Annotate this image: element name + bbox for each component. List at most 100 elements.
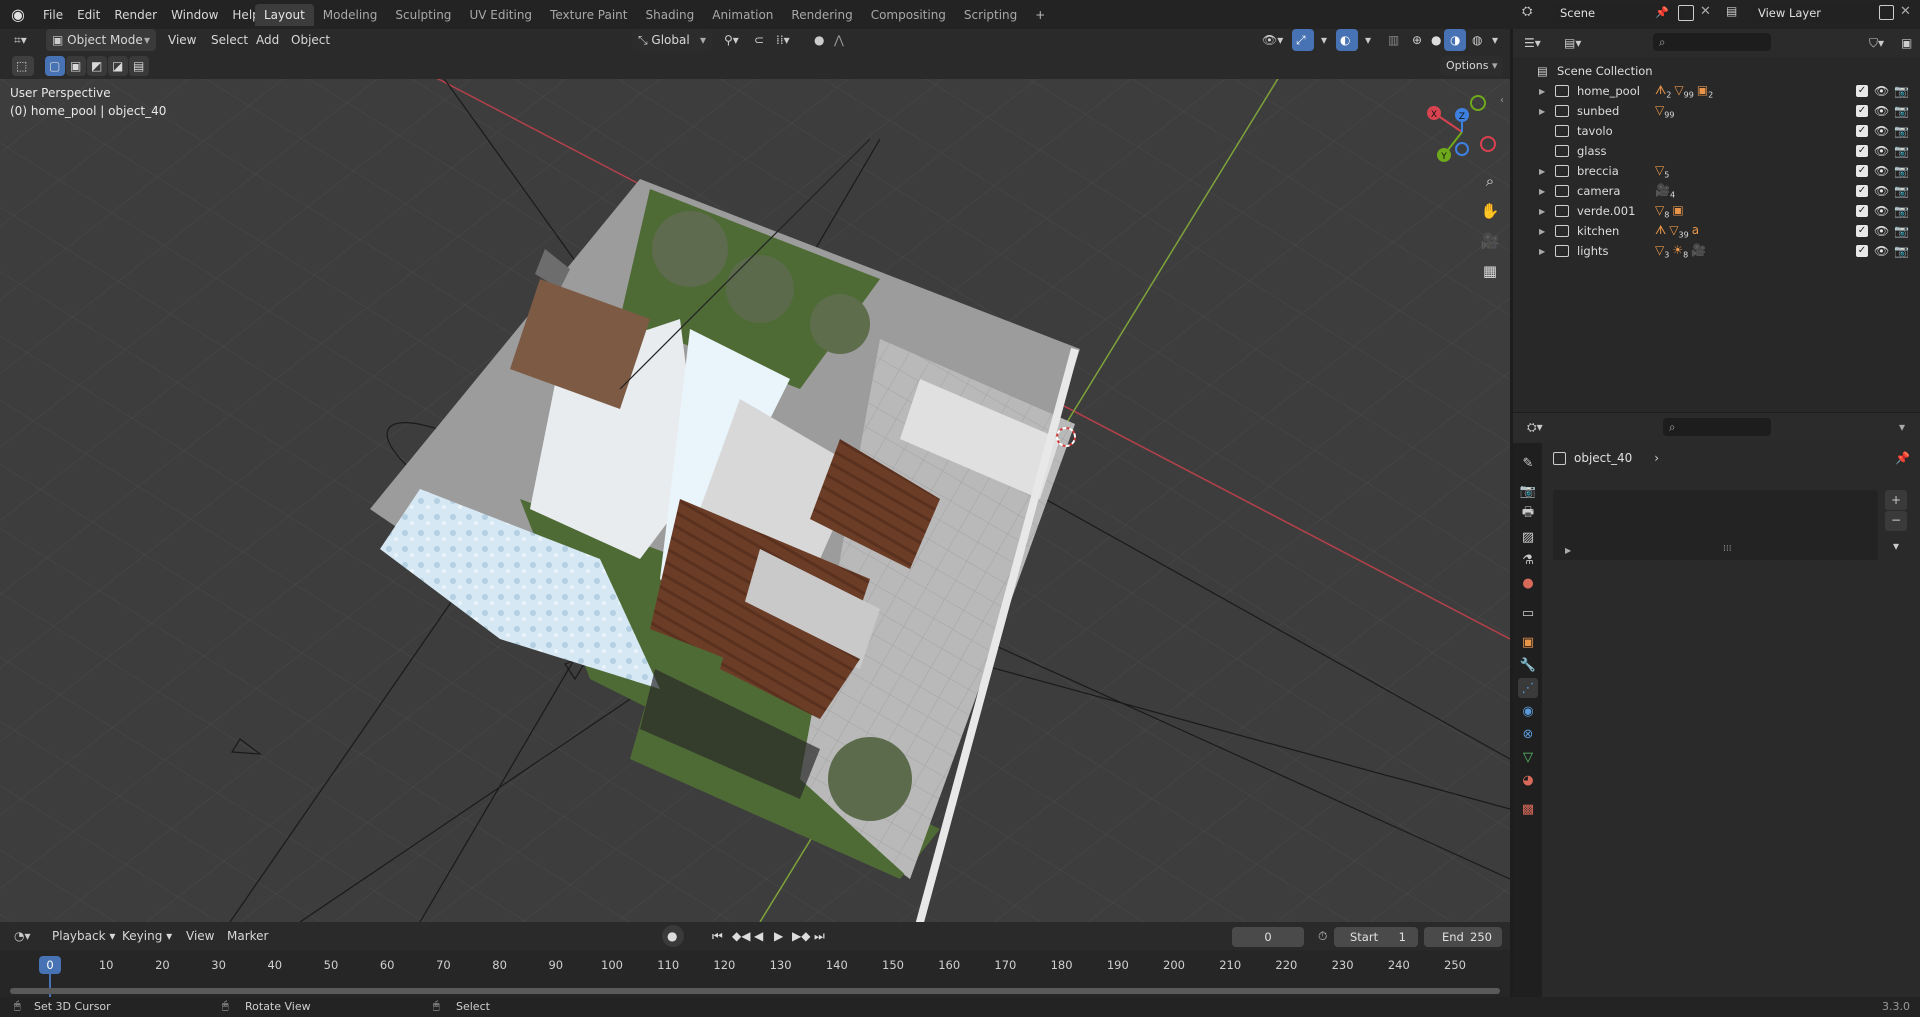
overlay-toggle-icon[interactable]: ◐ (1336, 29, 1358, 51)
expand-arrow-icon[interactable]: ▶ (1539, 87, 1545, 96)
xray-toggle-icon[interactable]: ▥ (1382, 29, 1405, 51)
properties-options-icon[interactable]: ▾ (1893, 416, 1911, 438)
collection-name[interactable]: home_pool (1577, 84, 1640, 98)
shading-material-icon[interactable]: ◑ (1444, 29, 1467, 51)
end-frame-field[interactable]: End 250 (1424, 927, 1502, 947)
eye-icon[interactable]: 👁 (1874, 124, 1889, 138)
menu-window[interactable]: Window (164, 8, 225, 22)
select-mode-subtract-icon[interactable]: ◩ (87, 56, 107, 76)
timeline-menu-keying[interactable]: Keying ▾ (116, 925, 178, 947)
timeline-editor-type-icon[interactable]: ◔▾ (8, 925, 37, 947)
outliner-row-lights[interactable]: ▶ lights ▽3 ☀8 🎥 ✓ 👁 📷 (1513, 241, 1920, 261)
tab-layout[interactable]: Layout (255, 4, 314, 26)
outliner-row-kitchen[interactable]: ▶ kitchen ᗑ ▽39 a ✓ 👁 📷 (1513, 221, 1920, 241)
expand-list-icon[interactable]: ▶ (1565, 546, 1571, 555)
start-frame-field[interactable]: Start 1 (1334, 927, 1418, 947)
object-tab-icon[interactable]: ▣ (1518, 632, 1538, 652)
eye-icon[interactable]: 👁 (1874, 184, 1889, 198)
timeline-menu-marker[interactable]: Marker (221, 925, 274, 947)
pivot-point-icon[interactable]: ⚲▾ (718, 29, 745, 51)
font-icon[interactable]: a (1692, 223, 1699, 239)
expand-arrow-icon[interactable]: ▶ (1539, 107, 1545, 116)
tab-sculpting[interactable]: Sculpting (386, 4, 460, 26)
exclude-checkbox[interactable]: ✓ (1856, 85, 1868, 97)
tab-texture-paint[interactable]: Texture Paint (541, 4, 636, 26)
exclude-checkbox[interactable]: ✓ (1856, 245, 1868, 257)
collection-name[interactable]: verde.001 (1577, 204, 1635, 218)
play-reverse-icon[interactable]: ◀ (748, 925, 769, 947)
falloff-icon[interactable]: ⋀ (828, 29, 850, 51)
tool-tab-icon[interactable]: ✎ (1518, 453, 1538, 473)
expand-arrow-icon[interactable]: ▶ (1539, 187, 1545, 196)
render-camera-icon[interactable]: 📷 (1894, 224, 1909, 238)
texture-tab-icon[interactable]: ▩ (1518, 799, 1538, 819)
view-layer-selector[interactable]: View Layer (1752, 3, 1877, 23)
eye-icon[interactable]: 👁 (1874, 144, 1889, 158)
collection-name[interactable]: glass (1577, 144, 1607, 158)
display-mode-icon[interactable]: ▤▾ (1558, 32, 1587, 54)
view-layer-tab-icon[interactable]: ▨ (1518, 527, 1538, 547)
transform-orientation-dropdown[interactable]: ⤡ Global ▾ (632, 29, 712, 51)
armature-icon[interactable]: ᗑ (1655, 223, 1666, 239)
sidebar-toggle-icon[interactable]: ‹ (1500, 95, 1504, 106)
data-tab-icon[interactable]: ▽ (1518, 747, 1538, 767)
timeline-scrollbar[interactable] (10, 988, 1500, 994)
gizmo-neg-y-icon[interactable] (1470, 95, 1486, 111)
add-workspace-icon[interactable]: + (1026, 4, 1054, 26)
pin-icon[interactable]: 📌 (1655, 6, 1669, 19)
snap-target-icon[interactable]: ⁞⁞▾ (770, 29, 796, 51)
viewport-menu-add[interactable]: Add (250, 29, 285, 51)
navigation-gizmo[interactable]: X Y Z (1422, 92, 1502, 172)
render-camera-icon[interactable]: 📷 (1894, 164, 1909, 178)
new-scene-icon[interactable] (1678, 5, 1694, 21)
gizmo-toggle-icon[interactable]: ⤢ (1292, 29, 1314, 51)
properties-editor-type-icon[interactable]: ⛭▾ (1521, 416, 1549, 438)
eye-icon[interactable]: 👁 (1874, 224, 1889, 238)
camera-icon[interactable]: 🎥4 (1655, 183, 1675, 199)
render-camera-icon[interactable]: 📷 (1894, 104, 1909, 118)
select-mode-extend-icon[interactable]: ▣ (66, 56, 86, 76)
overlay-dropdown-icon[interactable]: ▾ (1359, 29, 1377, 51)
output-tab-icon[interactable]: 🖶 (1518, 504, 1538, 524)
jump-end-icon[interactable]: ⏭ (808, 925, 831, 947)
render-tab-icon[interactable]: 📷 (1518, 481, 1538, 501)
view-layer-icon[interactable]: ▤ (1726, 4, 1737, 18)
outliner-root[interactable]: ▤ Scene Collection (1513, 61, 1920, 81)
mesh-icon[interactable]: ▽39 (1669, 223, 1688, 239)
exclude-checkbox[interactable]: ✓ (1856, 205, 1868, 217)
collection-name[interactable]: camera (1577, 184, 1620, 198)
outliner-search-input[interactable]: ⌕ (1653, 33, 1771, 51)
blender-logo-icon[interactable]: ◉ (0, 0, 36, 29)
collection-icon[interactable]: ▣2 (1697, 83, 1713, 99)
render-camera-icon[interactable]: 📷 (1894, 124, 1909, 138)
select-mode-invert-icon[interactable]: ◪ (108, 56, 128, 76)
world-tab-icon[interactable]: ● (1518, 573, 1538, 593)
scene-type-icon[interactable]: ⛭ (1522, 4, 1532, 19)
gizmo-neg-z-icon[interactable] (1455, 142, 1469, 156)
exclude-checkbox[interactable]: ✓ (1856, 185, 1868, 197)
viewport-menu-object[interactable]: Object (285, 29, 336, 51)
material-tab-icon[interactable]: ◕ (1518, 770, 1538, 790)
mesh-icon[interactable]: ▽8 (1655, 203, 1669, 219)
tab-modeling[interactable]: Modeling (314, 4, 387, 26)
collection-name[interactable]: kitchen (1577, 224, 1619, 238)
outliner-row-breccia[interactable]: ▶ breccia ▽5 ✓ 👁 📷 (1513, 161, 1920, 181)
collection-icon[interactable]: ▣ (1672, 203, 1683, 219)
snap-toggle-icon[interactable]: ⊂ (748, 29, 770, 51)
add-slot-button[interactable]: + (1885, 490, 1907, 510)
properties-search-input[interactable]: ⌕ (1663, 418, 1771, 436)
outliner-editor-type-icon[interactable]: ☰▾ (1518, 32, 1547, 54)
gizmo-neg-x-icon[interactable] (1480, 136, 1496, 152)
zoom-icon[interactable]: ⌕ (1476, 167, 1504, 195)
collection-name[interactable]: lights (1577, 244, 1608, 258)
mesh-icon[interactable]: ▽99 (1655, 103, 1674, 119)
tab-scripting[interactable]: Scripting (955, 4, 1026, 26)
collection-tab-icon[interactable]: ▭ (1518, 603, 1538, 623)
outliner-row-sunbed[interactable]: ▶ sunbed ▽99 ✓ 👁 📷 (1513, 101, 1920, 121)
scene-tab-icon[interactable]: ⚗ (1518, 550, 1538, 570)
exclude-checkbox[interactable]: ✓ (1856, 165, 1868, 177)
select-mode-new-icon[interactable]: ▢ (45, 56, 65, 76)
timeline-ruler[interactable]: 0 10 20 30 40 50 60 70 80 90 100 110 120 130 140 150 160… (0, 950, 1510, 997)
eye-icon[interactable]: 👁 (1874, 104, 1889, 118)
eye-icon[interactable]: 👁 (1874, 164, 1889, 178)
